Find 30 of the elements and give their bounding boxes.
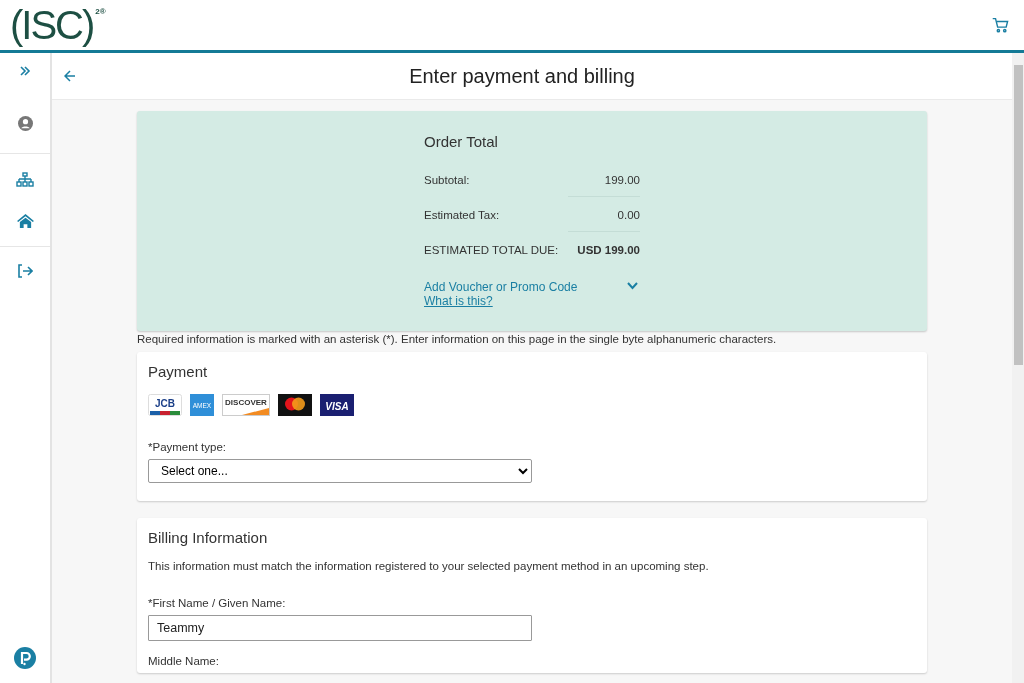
logout-icon[interactable] (15, 261, 35, 281)
sitemap-icon[interactable] (15, 170, 35, 190)
field-label: *Payment type: (148, 441, 227, 453)
order-amount: USD 199.00 (577, 243, 640, 256)
mastercard-logo (278, 394, 312, 416)
order-amount: 199.00 (604, 173, 640, 186)
payment-heading: Payment (148, 363, 209, 380)
promo-code-link[interactable]: Add Voucher or Promo Code (424, 280, 578, 294)
chevron-icon[interactable] (626, 280, 638, 292)
billing-heading: Billing Information (148, 529, 269, 546)
user-icon[interactable] (15, 113, 35, 133)
field-label: Middle Name: (148, 655, 220, 667)
order-label: ESTIMATED TOTAL DUE: (424, 243, 559, 256)
order-amount: 0.00 (617, 208, 640, 221)
order-total-heading: Order Total (424, 133, 499, 150)
page-title: Enter payment and billing (408, 64, 636, 88)
required-notice: Required information is marked with an asterisk (*). Enter information on this page in the single byte alphanumeric characters. (137, 333, 778, 345)
cart-icon[interactable] (990, 15, 1010, 35)
scrollbar[interactable] (1012, 53, 1024, 683)
name-input[interactable]: Teammy (148, 615, 532, 641)
field-label: *First Name / Given Name: (148, 597, 287, 609)
order-label: Estimated Tax: (424, 208, 500, 221)
visa-logo: VISA (320, 394, 354, 416)
discover-logo: DISCOVER (222, 394, 270, 416)
help-link[interactable]: What is this? (424, 294, 493, 308)
payment-type-select[interactable]: Select one... (148, 459, 532, 483)
order-label: Subtotal: (424, 173, 470, 186)
pearson-logo[interactable] (14, 647, 36, 669)
jcb-logo: JCB (148, 394, 182, 416)
billing-description: This information must match the information registered to your selected payment method in an upcoming step. (148, 560, 710, 572)
